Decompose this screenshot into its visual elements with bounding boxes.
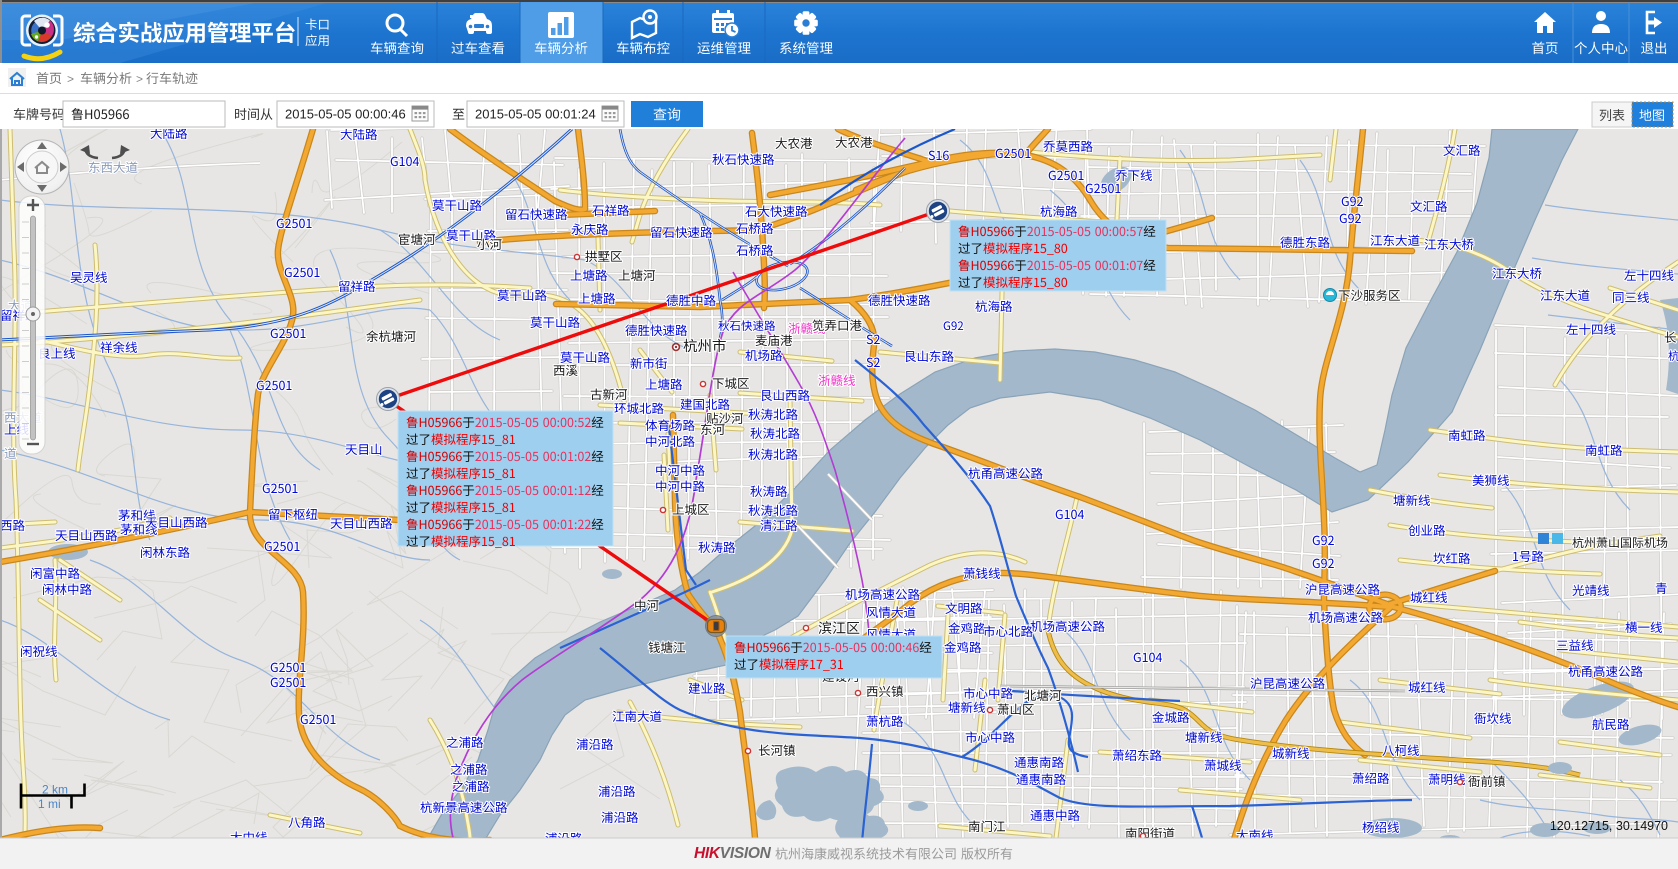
svg-text:HIKVISION: HIKVISION — [694, 845, 772, 862]
svg-text:>: > — [67, 72, 74, 86]
svg-text:2015-05-05 00:01:24: 2015-05-05 00:01:24 — [475, 107, 596, 122]
svg-text:120.12715, 30.14970: 120.12715, 30.14970 — [1550, 819, 1668, 833]
svg-text:1 mi: 1 mi — [38, 797, 61, 811]
svg-text:2 km: 2 km — [42, 783, 68, 797]
svg-text:>: > — [136, 72, 143, 86]
svg-text:2015-05-05 00:00:46: 2015-05-05 00:00:46 — [285, 107, 406, 122]
